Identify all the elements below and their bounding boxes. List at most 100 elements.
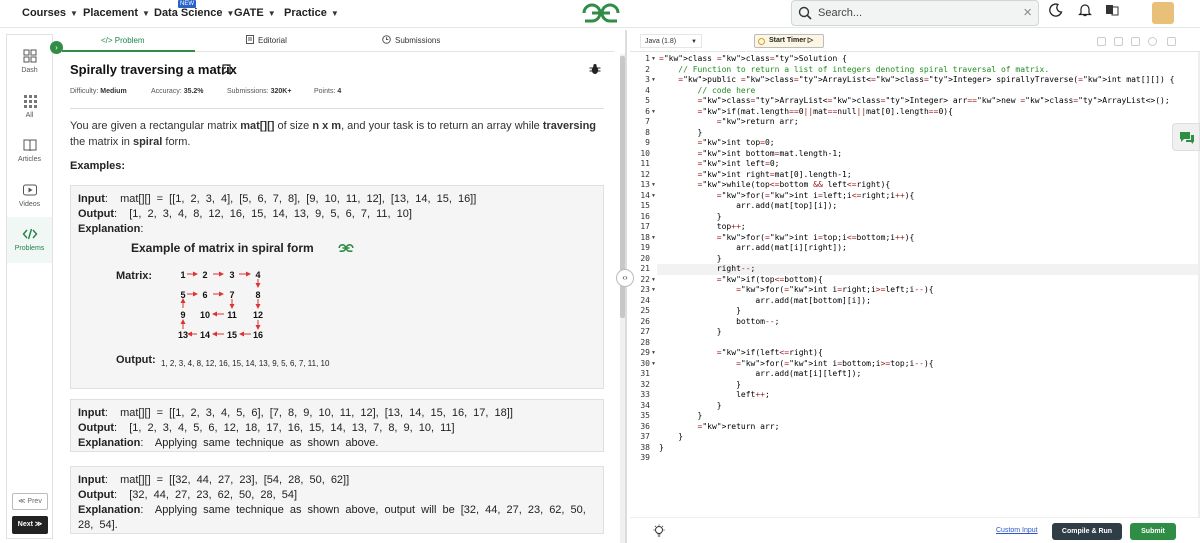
nav-practice[interactable]: Practice ▼: [284, 0, 339, 26]
nav-gate[interactable]: GATE ▼: [234, 0, 276, 26]
fullscreen-icon[interactable]: [1097, 37, 1106, 46]
sidebar-item-label: All: [25, 112, 34, 119]
code-line[interactable]: arr.add(mat[top][i]);: [659, 201, 837, 212]
code-line[interactable]: ="kw">if(left<=right){: [659, 348, 823, 359]
fold-arrow-icon[interactable]: ▼: [651, 180, 656, 191]
sidebar-item-problems[interactable]: Problems: [7, 217, 52, 263]
fold-arrow-icon[interactable]: ▼: [651, 359, 656, 370]
settings-icon[interactable]: [1167, 37, 1176, 46]
example-input-row: Input: mat[][] = [[1, 2, 3, 4, 5, 6], [7…: [78, 407, 513, 419]
code-line[interactable]: }: [659, 443, 664, 454]
code-line[interactable]: ="kw">int bottom=mat.length-1;: [659, 149, 843, 160]
download-icon[interactable]: [1131, 37, 1140, 46]
code-line[interactable]: }: [659, 401, 722, 412]
code-line[interactable]: ="kw">if(mat.length==0||mat==null||mat[0…: [659, 107, 953, 118]
search-input[interactable]: Search... ×: [791, 0, 1039, 26]
fold-arrow-icon[interactable]: ▼: [651, 285, 656, 296]
code-line[interactable]: }: [659, 254, 722, 265]
code-line[interactable]: left++;: [659, 390, 770, 401]
line-number: 37: [640, 432, 650, 441]
sidebar-item-all[interactable]: All: [7, 90, 52, 130]
sidebar-item-dash[interactable]: Dash: [7, 45, 52, 85]
code-line[interactable]: ="kw">for(="kw">int i=left;i<=right;i++)…: [659, 191, 915, 202]
lightbulb-icon[interactable]: [653, 524, 665, 538]
code-line[interactable]: ="kw">class ="kw">class="ty">Solution {: [659, 54, 847, 65]
code-line[interactable]: }: [659, 327, 722, 338]
code-line[interactable]: ="kw">class="ty">ArrayList<="kw">class="…: [659, 96, 1170, 107]
fold-arrow-icon[interactable]: ▼: [651, 233, 656, 244]
code-line[interactable]: ="kw">return arr;: [659, 117, 799, 128]
bookmark-icon[interactable]: [222, 64, 231, 75]
code-line[interactable]: ="kw">int right=mat[0].length-1;: [659, 170, 852, 181]
accuracy-meta: Accuracy: 35.2%: [151, 88, 204, 95]
code-line[interactable]: ="kw">int left=0;: [659, 159, 780, 170]
code-line[interactable]: arr.add(mat[i][left]);: [659, 369, 861, 380]
submissions-label: Submissions:: [227, 88, 269, 95]
sidebar-item-videos[interactable]: Videos: [7, 179, 52, 219]
code-line[interactable]: ="kw">for(="kw">int i=right;i>=left;i--)…: [659, 285, 934, 296]
submit-button[interactable]: Submit: [1130, 523, 1176, 540]
fold-arrow-icon[interactable]: ▼: [651, 275, 656, 286]
tab-editorial[interactable]: Editorial: [246, 30, 287, 52]
example-output-row: Output: [1, 2, 3, 4, 5, 6, 12, 18, 17, 1…: [78, 422, 455, 434]
code-line[interactable]: arr.add(mat[i][right]);: [659, 243, 847, 254]
tab-problem[interactable]: </> Problem: [101, 30, 145, 52]
code-line[interactable]: ="kw">for(="kw">int i=bottom;i>=top;i--)…: [659, 359, 934, 370]
bell-icon[interactable]: [1074, 2, 1096, 24]
line-number: 39: [640, 453, 650, 462]
code-line[interactable]: ="kw">if(top<=bottom){: [659, 275, 823, 286]
nav-courses[interactable]: Courses ▼: [22, 0, 78, 26]
desc-text: You are given a rectangular matrix: [70, 120, 241, 132]
dark-mode-icon[interactable]: [1045, 2, 1067, 24]
tab-submissions[interactable]: Submissions: [382, 30, 440, 52]
code-line[interactable]: }: [659, 380, 741, 391]
grid-icon: [23, 95, 37, 108]
example-input-row: Input: mat[][] = [[1, 2, 3, 4], [5, 6, 7…: [78, 193, 477, 205]
tab-editorial-label: Editorial: [258, 36, 287, 45]
code-line[interactable]: // code here: [659, 86, 756, 97]
compile-run-button[interactable]: Compile & Run: [1052, 523, 1122, 540]
line-number: 24: [640, 295, 650, 305]
fold-arrow-icon[interactable]: ▼: [651, 75, 656, 86]
code-editor[interactable]: ="kw">class ="kw">class="ty">Solution { …: [657, 52, 1199, 517]
accuracy-label: Accuracy:: [151, 88, 182, 95]
fold-arrow-icon[interactable]: ▼: [651, 191, 656, 202]
chat-button[interactable]: [1172, 123, 1200, 151]
code-line[interactable]: }: [659, 212, 722, 223]
fold-arrow-icon[interactable]: ▼: [651, 107, 656, 118]
nav-placement[interactable]: Placement ▼: [83, 0, 150, 26]
close-icon[interactable]: ×: [1023, 4, 1032, 21]
code-line[interactable]: ="kw">while(top<=bottom && left<=right){: [659, 180, 891, 191]
upload-icon[interactable]: [1114, 37, 1123, 46]
bug-report-icon[interactable]: [589, 63, 601, 75]
language-select[interactable]: Java (1.8) ▼: [640, 34, 702, 48]
translate-icon[interactable]: [1101, 2, 1123, 24]
sidebar-item-articles[interactable]: Articles: [7, 134, 52, 174]
custom-input-link[interactable]: Custom Input: [996, 527, 1038, 534]
next-button[interactable]: Next ≫: [12, 516, 48, 534]
input-label: Input: [78, 193, 105, 205]
prev-button[interactable]: ≪ Prev: [12, 493, 48, 510]
code-line[interactable]: bottom--;: [659, 317, 779, 328]
code-line[interactable]: // Function to return a list of integers…: [659, 65, 1049, 76]
avatar[interactable]: [1152, 2, 1174, 24]
gfg-logo[interactable]: [581, 1, 621, 25]
refresh-icon[interactable]: [1148, 37, 1157, 46]
code-line[interactable]: }: [659, 411, 703, 422]
code-line[interactable]: ="kw">int top=0;: [659, 138, 775, 149]
code-line[interactable]: ="kw">return arr;: [659, 422, 780, 433]
example-input: mat[][] = [[32, 44, 27, 23], [54, 28, 50…: [120, 474, 350, 486]
matrix-cell: 12: [253, 310, 264, 320]
code-line[interactable]: }: [659, 128, 703, 139]
code-line[interactable]: arr.add(mat[bottom][i]);: [659, 296, 871, 307]
fold-arrow-icon[interactable]: ▼: [651, 54, 656, 65]
fold-arrow-icon[interactable]: ▼: [651, 348, 656, 359]
code-line[interactable]: }: [659, 432, 683, 443]
code-line[interactable]: top++;: [659, 222, 746, 233]
start-timer-button[interactable]: Start Timer ▷: [754, 34, 824, 48]
code-line[interactable]: }: [659, 306, 741, 317]
code-line[interactable]: right--;: [657, 264, 1198, 275]
language-value: Java (1.8): [645, 38, 677, 45]
code-line[interactable]: ="kw">public ="kw">class="ty">ArrayList<…: [659, 75, 1174, 86]
code-line[interactable]: ="kw">for(="kw">int i=top;i<=bottom;i++)…: [659, 233, 915, 244]
